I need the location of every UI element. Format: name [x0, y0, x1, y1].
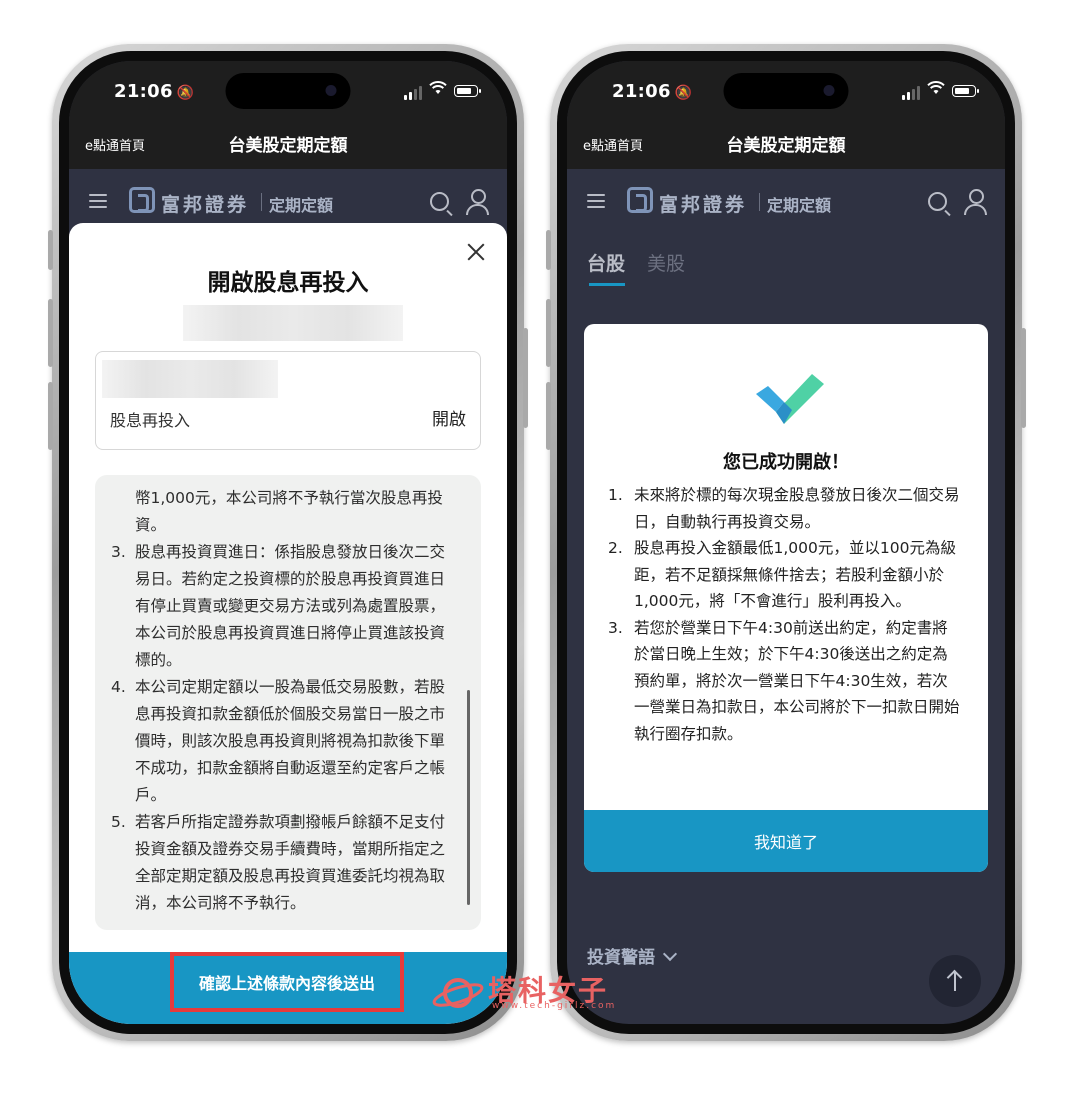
terms-item: 5. 若客戶所指定證券款項劃撥帳戶餘額不足支付投資金額及證券交易手續費時，當期所指…: [111, 813, 446, 912]
right-phone: 21:06 🔕 e點通首頁 台美股定期定額 富邦證券 定期定額 台股 美股 您已…: [546, 44, 1026, 1041]
tab-tw-stocks[interactable]: 台股: [587, 249, 625, 276]
tab-us-stocks[interactable]: 美股: [647, 249, 685, 276]
terms-box[interactable]: 幣1,000元，本公司將不予執行當次股息再投資。 3. 股息再投資買進日：係指股息…: [95, 475, 481, 930]
app-header: 富邦證券 定期定額: [69, 169, 507, 231]
app-header: 富邦證券 定期定額: [567, 169, 1005, 231]
search-icon[interactable]: [928, 192, 947, 211]
status-time: 21:06 🔕: [114, 81, 195, 102]
watermark: 塔科女子 www.tech-girlz.com: [432, 967, 642, 1017]
divider: [261, 193, 262, 211]
terms-lead: 幣1,000元，本公司將不予執行當次股息再投資。: [135, 489, 443, 534]
checkmark-icon: [756, 374, 824, 424]
terms-item: 3. 股息再投資買進日：係指股息發放日後次二交易日。若約定之投資標的於股息再投資買…: [111, 543, 446, 669]
user-icon[interactable]: [465, 189, 489, 215]
market-tabs: 台股 美股: [567, 231, 1005, 291]
menu-icon[interactable]: [587, 194, 605, 208]
terms-text: 幣1,000元，本公司將不予執行當次股息再投資。 3. 股息再投資買進日：係指股息…: [111, 485, 453, 917]
battery-icon: [952, 85, 979, 97]
close-icon[interactable]: [465, 241, 487, 263]
investment-warning-toggle[interactable]: 投資警語: [587, 943, 678, 968]
status-time: 21:06 🔕: [612, 81, 693, 102]
active-tab-indicator: [589, 283, 625, 286]
mute-bell-icon: 🔕: [176, 85, 195, 101]
reinvest-option: 股息再投入 開啟: [95, 351, 481, 450]
section-name: 定期定額: [767, 196, 832, 215]
warning-label: 投資警語: [587, 948, 655, 968]
terms-item: 4. 本公司定期定額以一股為最低交易股數，若股息再投資扣款金額低於個股交易當日一股…: [111, 678, 446, 804]
action-button: [48, 230, 53, 270]
menu-icon[interactable]: [89, 194, 107, 208]
success-dialog: 您已成功開啟！ 1. 未來將於標的每次現金股息發放日後次二個交易日，自動執行再投資…: [584, 324, 988, 872]
volume-up-button: [48, 299, 53, 367]
section-name: 定期定額: [269, 196, 334, 215]
battery-icon: [454, 85, 481, 97]
option-value: 開啟: [432, 410, 466, 430]
planet-logo-icon: [432, 978, 484, 1008]
reinvest-modal: 開啟股息再投入 股息再投入 開啟 幣1,000元，本公司將不予執行當次股息再投資…: [69, 223, 507, 1024]
volume-down-button: [48, 382, 53, 450]
brand-name: 富邦證券: [161, 194, 250, 216]
user-icon[interactable]: [963, 189, 987, 215]
chevron-down-icon: [662, 946, 678, 962]
list-item: 2. 股息再投入金額最低1,000元，並以100元為級距，若不足額採無條件捨去；若…: [608, 539, 956, 610]
option-label: 股息再投入: [110, 411, 191, 430]
top-nav: e點通首頁 台美股定期定額: [69, 117, 507, 169]
brand-name: 富邦證券: [659, 194, 748, 216]
left-screen: 21:06🔕 e點通首頁 台美股定期定額 富邦證券 定期定額 開啟股息再投入: [69, 61, 507, 1024]
action-button: [546, 230, 551, 270]
watermark-url: www.tech-girlz.com: [492, 1001, 617, 1011]
mute-bell-icon: 🔕: [674, 85, 693, 101]
dynamic-island: [723, 73, 849, 109]
scroll-to-top-button[interactable]: [929, 955, 981, 1007]
dialog-list: 1. 未來將於標的每次現金股息發放日後次二個交易日，自動執行再投資交易。 2. 股息…: [608, 482, 960, 747]
dynamic-island: [225, 73, 351, 109]
search-icon[interactable]: [430, 192, 449, 211]
volume-up-button: [546, 299, 551, 367]
modal-title: 開啟股息再投入: [207, 270, 369, 296]
redacted-subtitle: [183, 305, 403, 341]
terms-scrollbar[interactable]: [467, 690, 470, 905]
power-button: [523, 328, 528, 428]
cellular-signal-icon: [404, 86, 422, 100]
list-item: 3. 若您於營業日下午4:30前送出約定，約定書將於當日晚上生效；於下午4:30後…: [608, 618, 960, 743]
wifi-icon: [927, 81, 945, 94]
divider: [759, 193, 760, 211]
top-nav: e點通首頁 台美股定期定額: [567, 117, 1005, 169]
got-it-button[interactable]: 我知道了: [584, 810, 988, 872]
brand-logo-icon: [627, 187, 653, 213]
list-item: 1. 未來將於標的每次現金股息發放日後次二個交易日，自動執行再投資交易。: [608, 486, 960, 531]
brand-logo-icon: [129, 187, 155, 213]
volume-down-button: [546, 382, 551, 450]
right-screen: 21:06 🔕 e點通首頁 台美股定期定額 富邦證券 定期定額 台股 美股 您已…: [567, 61, 1005, 1024]
cellular-signal-icon: [902, 86, 920, 100]
power-button: [1021, 328, 1026, 428]
redacted-stock-name: [102, 360, 278, 398]
dialog-title: 您已成功開啟！: [723, 452, 849, 473]
page-title: 台美股定期定額: [228, 136, 348, 156]
wifi-icon: [429, 81, 447, 94]
page-title: 台美股定期定額: [726, 136, 846, 156]
left-phone: 21:06🔕 e點通首頁 台美股定期定額 富邦證券 定期定額 開啟股息再投入: [48, 44, 528, 1041]
confirm-submit-button[interactable]: 確認上述條款內容後送出: [170, 952, 404, 1012]
